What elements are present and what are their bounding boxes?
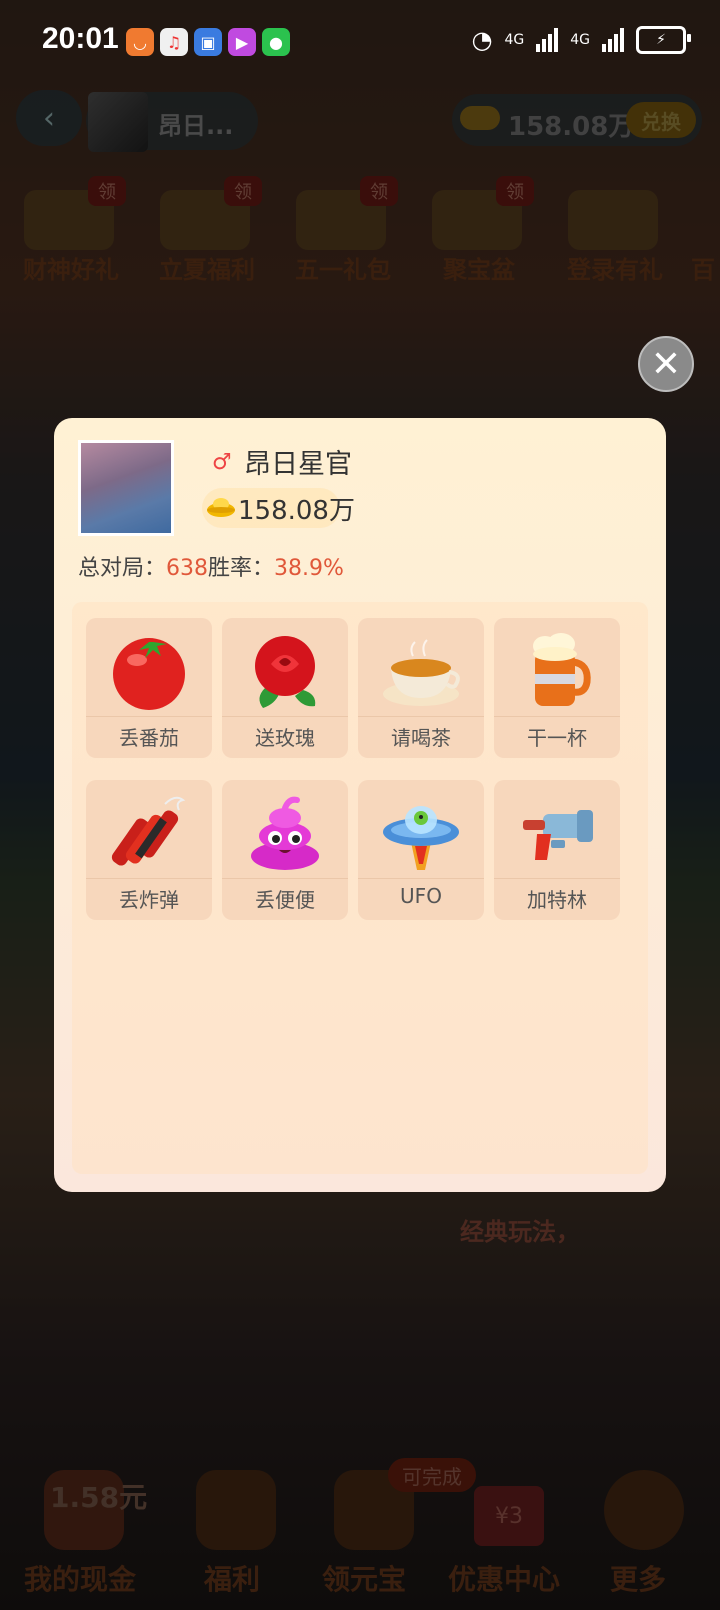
total-games-label: 总对局： (78, 556, 167, 581)
player-coins: 158.08万 (238, 496, 355, 526)
total-games-value: 638 (166, 556, 209, 581)
gift-label: 干一杯 (527, 726, 587, 750)
player-name: 昂日星官 (244, 449, 352, 480)
male-icon: ♂ (212, 450, 232, 475)
gift-item[interactable]: 干一杯 (494, 618, 620, 758)
gift-item[interactable]: UFO (358, 780, 484, 920)
signal-icon (536, 28, 559, 52)
battery-charging-icon: ⚡ (636, 26, 691, 54)
wechat-icon: ● (262, 28, 290, 56)
divider (358, 878, 484, 879)
rose-icon (255, 636, 316, 708)
files-icon: ▣ (194, 28, 222, 56)
gift-label: 丢炸弹 (119, 888, 179, 912)
gift-item[interactable]: 丢便便 (222, 780, 348, 920)
divider (222, 716, 348, 717)
network-type: 4G (504, 32, 525, 48)
gift-label: 丢番茄 (119, 726, 179, 750)
tomato-icon (113, 638, 185, 710)
wifi-icon: ◔ (471, 26, 493, 54)
ufo-icon (383, 806, 459, 870)
close-button[interactable]: ✕ (638, 336, 694, 392)
close-icon: ✕ (650, 343, 682, 385)
divider (86, 716, 212, 717)
system-icons: ◔ 4G 4G ⚡ (471, 26, 691, 54)
player-info-dialog: ♂ 昂日星官 158.08万 总对局：638胜率：38.9% 丢番茄 送玫瑰 请… (54, 418, 666, 1192)
divider (222, 878, 348, 879)
gift-item[interactable]: 请喝茶 (358, 618, 484, 758)
gift-label: 加特林 (527, 888, 587, 912)
dynamite-icon (111, 796, 186, 866)
divider (494, 716, 620, 717)
gift-label: 丢便便 (255, 888, 315, 912)
network-type: 4G (570, 32, 590, 48)
gatling-icon (523, 810, 593, 860)
poop-icon (251, 796, 319, 870)
taobao-icon: ◡ (126, 28, 154, 56)
gift-label: 送玫瑰 (255, 726, 315, 750)
gold-ingot-icon (207, 498, 235, 517)
divider (358, 716, 484, 717)
player-stats: 总对局：638胜率：38.9% (78, 550, 344, 582)
gift-item[interactable]: 加特林 (494, 780, 620, 920)
beer-icon (533, 633, 591, 706)
gift-label: 请喝茶 (391, 726, 451, 750)
gift-label: UFO (400, 884, 442, 908)
gift-item[interactable]: 丢炸弹 (86, 780, 212, 920)
notification-icons: ◡ ♫ ▣ ▶ ● (126, 28, 290, 56)
music-icon: ♫ (160, 28, 188, 56)
gift-panel: 丢番茄 送玫瑰 请喝茶 干一杯 丢炸弹 丢便便 UFO 加特林 (72, 602, 648, 1174)
gift-item[interactable]: 丢番茄 (86, 618, 212, 758)
signal-icon (602, 28, 624, 52)
win-rate-value: 38.9% (274, 556, 344, 581)
status-bar: 20:01 ◡ ♫ ▣ ▶ ● ◔ 4G 4G ⚡ (0, 0, 720, 84)
win-rate-label: 胜率： (208, 556, 275, 581)
divider (86, 878, 212, 879)
gift-item[interactable]: 送玫瑰 (222, 618, 348, 758)
tea-icon (383, 639, 460, 706)
player-avatar (78, 440, 174, 536)
divider (494, 878, 620, 879)
video-icon: ▶ (228, 28, 256, 56)
clock: 20:01 (42, 22, 119, 55)
